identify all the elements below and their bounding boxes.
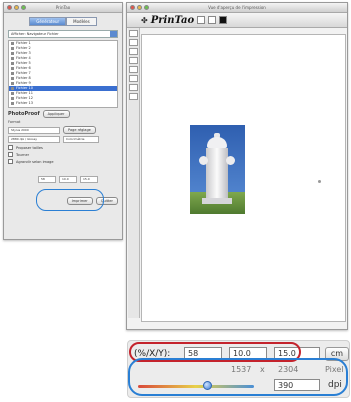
right-window-title: Vue d'aperçu de l'impression bbox=[208, 5, 266, 10]
option-row-1: Proposer tailles bbox=[8, 145, 118, 150]
left-window-title: PrinTao bbox=[55, 5, 71, 10]
tool-button[interactable] bbox=[129, 75, 138, 82]
zoom-icon[interactable] bbox=[144, 5, 149, 10]
chevron-down-icon bbox=[110, 31, 117, 37]
option-row-3: Agrandir selon image bbox=[8, 159, 118, 164]
page-icon[interactable] bbox=[208, 16, 217, 24]
page-dark-icon[interactable] bbox=[219, 16, 228, 24]
preview-toolbar: ✤ PrinTao bbox=[127, 13, 347, 28]
option-checkbox[interactable] bbox=[8, 159, 13, 164]
file-list[interactable]: Fichier 1 Fichier 2 Fichier 3 Fichier 4 … bbox=[8, 40, 118, 108]
right-title-bar: Vue d'aperçu de l'impression bbox=[127, 3, 347, 13]
printer-select[interactable]: Stylus 2000 bbox=[8, 126, 60, 134]
close-icon[interactable] bbox=[7, 5, 12, 10]
tab-models[interactable]: Modèles bbox=[66, 17, 97, 26]
small-highlight-oval bbox=[36, 189, 104, 211]
blue-highlight-oval bbox=[128, 358, 348, 396]
small-size-row: 58 10.0 15.0 bbox=[38, 176, 118, 183]
printao-control-window: PrinTao Générateur Modèles Afficher: Nav… bbox=[3, 2, 123, 240]
page-icon[interactable] bbox=[197, 16, 206, 24]
option-label: Agrandir selon image bbox=[16, 159, 54, 164]
profile-select[interactable]: 2880 dpi / Glossy bbox=[8, 136, 60, 143]
small-percent-input[interactable]: 58 bbox=[38, 176, 56, 183]
tool-button[interactable] bbox=[129, 57, 138, 64]
close-icon[interactable] bbox=[130, 5, 135, 10]
vertical-toolbar bbox=[128, 28, 140, 318]
brand-row: PhotoProof Appliquer bbox=[8, 110, 118, 118]
option-checkbox[interactable] bbox=[8, 152, 13, 157]
tab-generator[interactable]: Générateur bbox=[29, 17, 67, 26]
list-item[interactable]: Fichier 13 bbox=[9, 101, 117, 106]
rendering-select[interactable]: Colorimétrie bbox=[63, 136, 99, 143]
tool-button[interactable] bbox=[129, 84, 138, 91]
window-controls bbox=[130, 5, 149, 10]
tab-bar: Générateur Modèles bbox=[4, 17, 122, 26]
option-row-2: Tourner bbox=[8, 152, 118, 157]
zoom-icon[interactable] bbox=[21, 5, 26, 10]
printer-label: Format bbox=[8, 120, 21, 124]
printer-row: Stylus 2000 Page réglage bbox=[8, 126, 118, 134]
tool-button[interactable] bbox=[129, 30, 138, 37]
page-preview bbox=[141, 34, 346, 322]
profile-row: 2880 dpi / Glossy Colorimétrie bbox=[8, 136, 118, 143]
small-y-input[interactable]: 15.0 bbox=[80, 176, 98, 183]
small-x-input[interactable]: 10.0 bbox=[59, 176, 77, 183]
tool-button[interactable] bbox=[129, 66, 138, 73]
minimize-icon[interactable] bbox=[14, 5, 19, 10]
tool-button[interactable] bbox=[129, 48, 138, 55]
tool-button[interactable] bbox=[129, 39, 138, 46]
view-selector[interactable]: Afficher: Navigateur Fichier bbox=[8, 30, 118, 38]
page-marker bbox=[318, 180, 321, 183]
photoproof-logo: PhotoProof bbox=[8, 111, 40, 117]
option-label: Proposer tailles bbox=[16, 145, 43, 150]
printao-logo-icon: ✤ bbox=[141, 15, 148, 25]
printao-logo: PrinTao bbox=[150, 14, 195, 26]
option-label: Tourner bbox=[16, 152, 30, 157]
size-panel-zoom: (%/X/Y): 58 10.0 15.0 cm 1537 x 2304 Pix… bbox=[127, 340, 350, 398]
hydrant-photo[interactable] bbox=[190, 125, 245, 214]
view-selector-label: Afficher: Navigateur Fichier bbox=[11, 32, 59, 36]
minimize-icon[interactable] bbox=[137, 5, 142, 10]
left-title-bar: PrinTao bbox=[4, 3, 122, 13]
apply-button[interactable]: Appliquer bbox=[42, 110, 70, 118]
page-setup-button[interactable]: Page réglage bbox=[63, 126, 96, 134]
window-controls bbox=[7, 5, 26, 10]
option-checkbox[interactable] bbox=[8, 145, 13, 150]
preview-window: Vue d'aperçu de l'impression ✤ PrinTao bbox=[126, 2, 348, 330]
tool-button[interactable] bbox=[129, 93, 138, 100]
